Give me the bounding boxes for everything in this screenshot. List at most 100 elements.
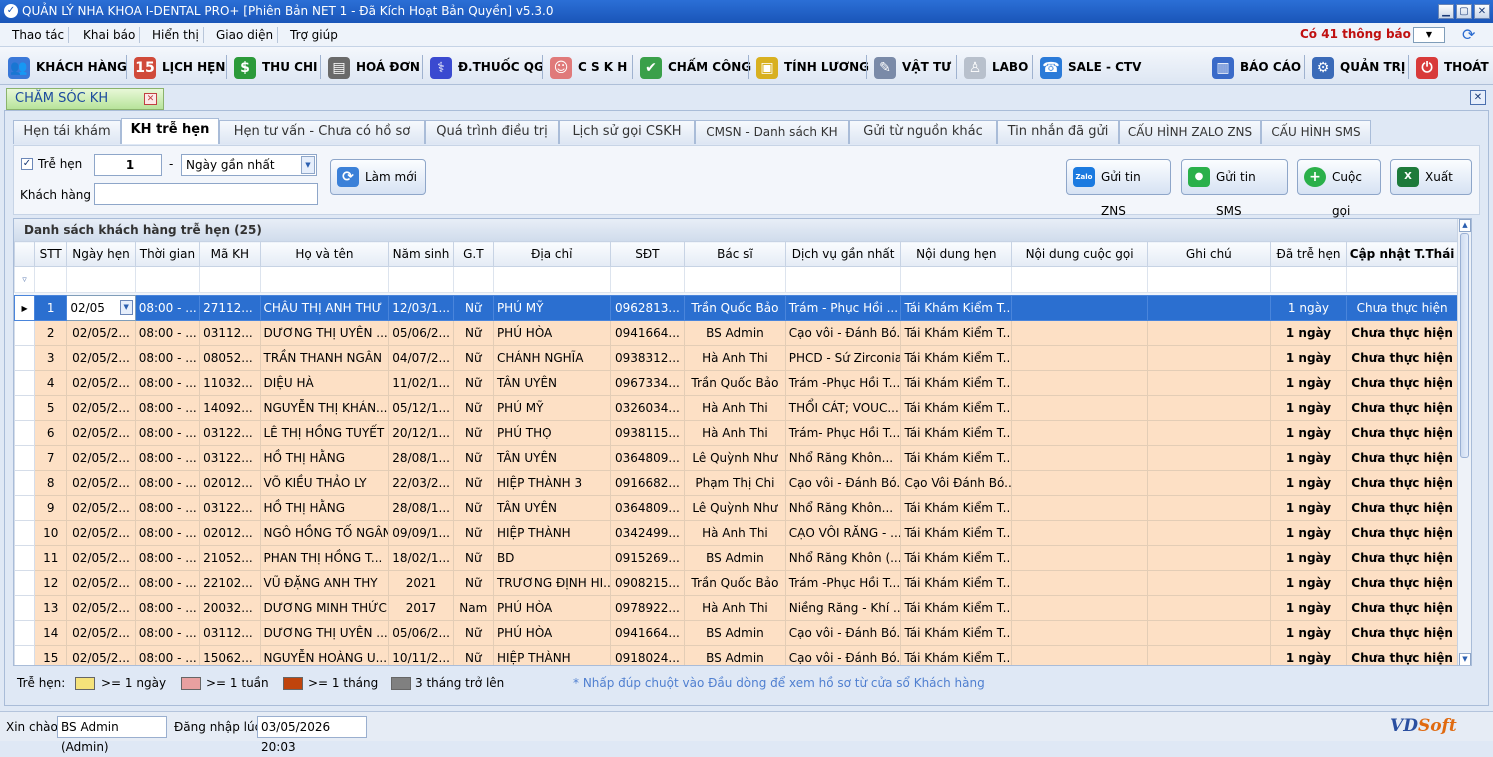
table-cell[interactable] xyxy=(1011,420,1148,446)
date-edit-value[interactable]: 02/05 xyxy=(70,301,105,315)
table-cell[interactable] xyxy=(1146,520,1271,546)
table-cell[interactable]: 03122... xyxy=(199,495,261,521)
table-cell[interactable]: 1 ngày xyxy=(1269,470,1348,496)
table-cell[interactable]: 03122... xyxy=(199,420,261,446)
table-row[interactable]: 8 02/05/2... 08:00 - ... 02012... VÕ KIỀU TH… xyxy=(14,470,1458,496)
table-cell[interactable] xyxy=(1146,295,1271,321)
table-cell[interactable]: Lê Quỳnh Như xyxy=(684,445,786,471)
table-cell[interactable] xyxy=(1146,320,1271,346)
date-edit-cell[interactable]: 02/05 ▼ xyxy=(66,295,136,321)
table-cell[interactable] xyxy=(1011,595,1148,621)
table-row[interactable]: 9 02/05/2... 08:00 - ... 03122... HỒ THỊ HẰN… xyxy=(14,495,1458,521)
table-cell[interactable]: HIỆP THÀNH 3 xyxy=(492,470,611,496)
filter-cell[interactable] xyxy=(492,266,611,293)
table-cell[interactable]: 1 ngày xyxy=(1269,395,1348,421)
table-cell[interactable]: 03112... xyxy=(199,320,261,346)
toolbar-thoat-button[interactable]: ⏻ THOÁT xyxy=(1416,55,1489,79)
table-cell[interactable]: Tái Khám Kiểm T... xyxy=(900,620,1013,646)
table-cell[interactable]: 15062... xyxy=(199,645,261,665)
scroll-thumb[interactable] xyxy=(1460,233,1469,458)
table-cell[interactable]: 0967334... xyxy=(609,370,686,396)
filter-cell[interactable] xyxy=(259,266,390,293)
table-cell[interactable]: 2 xyxy=(34,320,68,346)
table-cell[interactable]: 0342499... xyxy=(609,520,686,546)
table-cell[interactable]: 4 xyxy=(34,370,68,396)
toolbar-sale-ctv-button[interactable]: ☎ SALE - CTV xyxy=(1040,55,1141,79)
row-selector[interactable] xyxy=(14,370,36,396)
table-cell[interactable]: Chưa thực hiện xyxy=(1346,445,1458,471)
toolbar-labo-button[interactable]: ♙ LABO xyxy=(964,55,1028,79)
table-cell[interactable]: Chưa thực hiện xyxy=(1346,620,1458,646)
table-cell[interactable]: PHAN THỊ HỒNG T... xyxy=(259,545,390,571)
table-cell[interactable]: PHÚ MỸ xyxy=(492,395,611,421)
table-cell[interactable] xyxy=(1146,495,1271,521)
table-cell[interactable]: 13 xyxy=(34,595,68,621)
table-row[interactable]: 15 02/05/2... 08:00 - ... 15062... NGUYỄN HO… xyxy=(14,645,1458,665)
tab-lich-su-goi[interactable]: Lịch sử gọi CSKH xyxy=(559,120,695,144)
table-cell[interactable]: Nữ xyxy=(452,320,494,346)
table-cell[interactable]: Trám -Phục Hồi T... xyxy=(784,570,902,596)
refresh-icon[interactable]: ⟳ xyxy=(1462,25,1475,44)
table-cell[interactable]: VŨ ĐẶNG ANH THY xyxy=(259,570,390,596)
table-cell[interactable]: 0915269... xyxy=(609,545,686,571)
table-cell[interactable]: Nữ xyxy=(452,495,494,521)
table-row[interactable]: 12 02/05/2... 08:00 - ... 22102... VŨ ĐẶNG A… xyxy=(14,570,1458,596)
table-row[interactable]: 13 02/05/2... 08:00 - ... 20032... DƯƠNG MIN… xyxy=(14,595,1458,621)
table-cell[interactable] xyxy=(1146,620,1271,646)
table-cell[interactable]: 22102... xyxy=(199,570,261,596)
table-cell[interactable] xyxy=(1011,295,1148,321)
table-cell[interactable] xyxy=(1011,395,1148,421)
table-cell[interactable]: Cạo vôi - Đánh Bó... xyxy=(784,470,902,496)
table-cell[interactable]: Tái Khám Kiểm T... xyxy=(900,295,1013,321)
table-cell[interactable]: 1 xyxy=(34,295,68,321)
table-cell[interactable]: 0938312... xyxy=(609,345,686,371)
table-cell[interactable]: 02/05/2... xyxy=(66,645,136,665)
table-cell[interactable]: 21052... xyxy=(199,545,261,571)
refresh-button[interactable]: ⟳ Làm mới xyxy=(330,159,426,195)
table-cell[interactable]: Hà Anh Thi xyxy=(684,420,786,446)
table-cell[interactable]: 03112... xyxy=(199,620,261,646)
table-cell[interactable]: DƯƠNG THỊ UYÊN ... xyxy=(259,620,390,646)
table-row[interactable]: 5 02/05/2... 08:00 - ... 14092... NGUYỄN THỊ… xyxy=(14,395,1458,421)
table-cell[interactable] xyxy=(1011,620,1148,646)
col-sdt[interactable]: SĐT xyxy=(609,241,686,267)
table-cell[interactable]: Cạo Vôi Đánh Bó... xyxy=(900,470,1013,496)
table-cell[interactable]: 0962813... xyxy=(609,295,686,321)
filter-cell[interactable] xyxy=(684,266,786,293)
tab-gui-tu-nguon-khac[interactable]: Gửi từ nguồn khác xyxy=(849,120,997,144)
table-cell[interactable]: 2021 xyxy=(388,570,454,596)
table-cell[interactable]: VÕ KIỀU THẢO LY xyxy=(259,470,390,496)
table-cell[interactable]: DƯƠNG MINH THỨC xyxy=(259,595,390,621)
table-cell[interactable]: 08:00 - ... xyxy=(134,495,201,521)
filter-cell[interactable] xyxy=(34,266,68,293)
toolbar-quan-tri-button[interactable]: ⚙ QUẢN TRỊ xyxy=(1312,55,1405,79)
table-cell[interactable]: 1 ngày xyxy=(1269,520,1348,546)
col-dich-vu[interactable]: Dịch vụ gần nhất xyxy=(784,241,902,267)
table-cell[interactable]: 02012... xyxy=(199,470,261,496)
row-selector[interactable] xyxy=(14,570,36,596)
table-cell[interactable]: Chưa thực hiện xyxy=(1346,520,1458,546)
table-cell[interactable]: 0908215... xyxy=(609,570,686,596)
table-cell[interactable]: 02/05/2... xyxy=(66,370,136,396)
filter-cell[interactable] xyxy=(199,266,261,293)
table-cell[interactable]: 08:00 - ... xyxy=(134,420,201,446)
toolbar-cskh-button[interactable]: ☺ C S K H xyxy=(550,55,627,79)
table-cell[interactable]: PHÚ THỌ xyxy=(492,420,611,446)
table-cell[interactable]: 02/05/2... xyxy=(66,345,136,371)
table-cell[interactable] xyxy=(1146,645,1271,665)
table-cell[interactable]: DƯƠNG THỊ UYÊN ... xyxy=(259,320,390,346)
row-selector[interactable] xyxy=(14,520,36,546)
col-cap-nhat-trang-thai[interactable]: Cập nhật T.Thái xyxy=(1346,241,1458,267)
table-cell[interactable]: 0938115... xyxy=(609,420,686,446)
table-cell[interactable]: PHÚ MỸ xyxy=(492,295,611,321)
table-cell[interactable]: TÂN UYÊN xyxy=(492,445,611,471)
table-cell[interactable]: 1 ngày xyxy=(1269,445,1348,471)
row-selector[interactable] xyxy=(14,420,36,446)
toolbar-hoa-don-button[interactable]: ▤ HOÁ ĐƠN xyxy=(328,55,420,79)
table-cell[interactable]: Lê Quỳnh Như xyxy=(684,495,786,521)
toolbar-lich-hen-button[interactable]: 15 LỊCH HẸN xyxy=(134,55,225,79)
filter-cell[interactable] xyxy=(1269,266,1348,293)
table-cell[interactable]: 08:00 - ... xyxy=(134,395,201,421)
table-cell[interactable]: 08:00 - ... xyxy=(134,570,201,596)
scroll-up-icon[interactable]: ▲ xyxy=(1459,219,1471,232)
